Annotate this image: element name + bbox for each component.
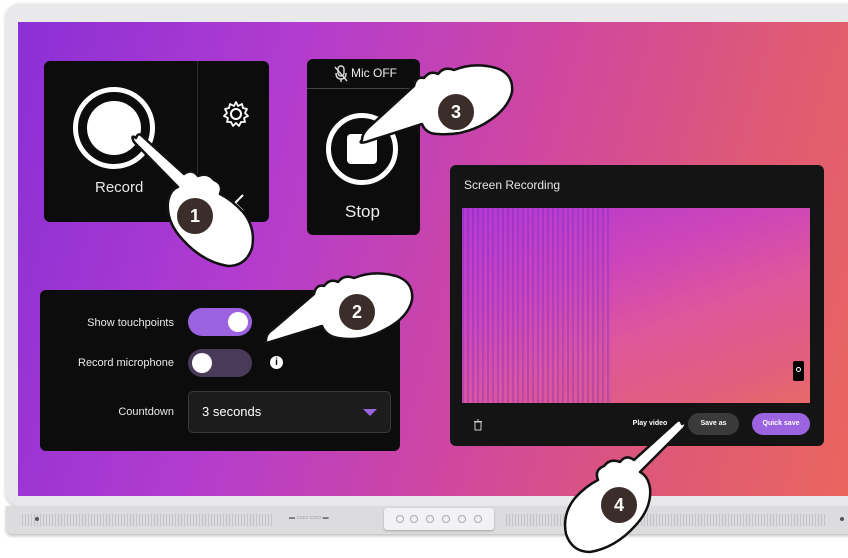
display-bottom-bezel: ▬ ▭▭ ▭▭ ▬ (6, 506, 848, 534)
countdown-label: Countdown (118, 406, 174, 418)
sensor-dot (840, 517, 844, 521)
show-touchpoints-toggle[interactable] (188, 308, 252, 336)
stop-label: Stop (345, 202, 380, 221)
screen-recording-panel: Screen Recording Play video Save as Quic… (450, 165, 824, 446)
bezel-logo: ▬ ▭▭ ▭▭ ▬ (289, 515, 329, 521)
speaker-grille-left (22, 514, 272, 526)
record-microphone-toggle[interactable] (188, 349, 252, 377)
quick-save-button[interactable]: Quick save (752, 413, 810, 435)
sensor-dot (35, 517, 39, 521)
dropdown-caret-icon (363, 409, 377, 416)
screen-recording-title: Screen Recording (464, 178, 561, 192)
step-badge-4: 4 (599, 485, 639, 525)
info-icon[interactable]: i (270, 356, 283, 369)
video-preview[interactable] (462, 208, 810, 403)
countdown-value: 3 seconds (202, 404, 262, 419)
trash-icon[interactable] (473, 419, 483, 431)
gear-icon[interactable] (221, 99, 251, 129)
front-control-panel[interactable] (384, 508, 494, 530)
show-touchpoints-label: Show touchpoints (87, 317, 174, 329)
record-microphone-label: Record microphone (78, 357, 174, 369)
step-badge-3: 3 (436, 92, 476, 132)
step-badge-2: 2 (337, 292, 377, 332)
save-as-button[interactable]: Save as (688, 413, 739, 435)
camera-icon[interactable] (793, 361, 804, 381)
mic-off-icon (334, 65, 348, 82)
countdown-select[interactable]: 3 seconds (188, 391, 391, 433)
preview-texture (462, 208, 612, 403)
step-badge-1: 1 (175, 196, 215, 236)
